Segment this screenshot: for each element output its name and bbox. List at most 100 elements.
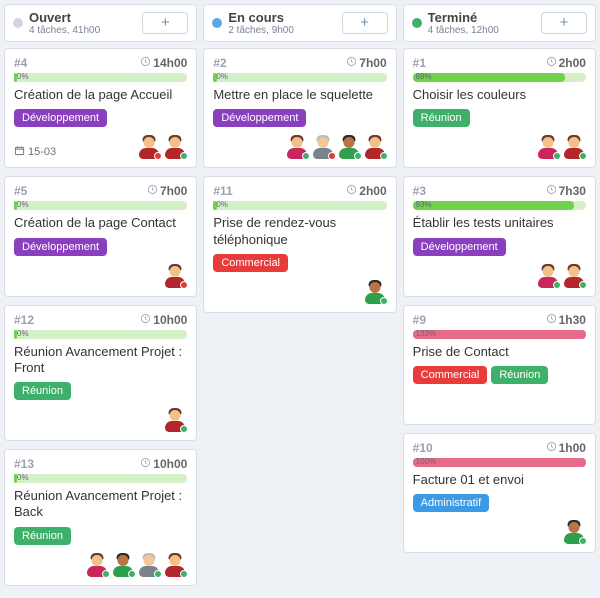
assignees [137,135,187,159]
task-duration: 2h00 [346,184,386,198]
task-id: #1 [413,56,426,70]
task-card[interactable]: #1310h00 0% Réunion Avancement Projet : Ba… [4,449,197,586]
task-title: Réunion Avancement Projet : Back [14,488,187,521]
task-card[interactable]: #12h0088%Choisir les couleursRéunion [403,48,596,168]
card-header: #11 2h00 [213,184,386,198]
assignees [536,264,586,288]
card-footer [413,264,586,288]
task-card[interactable]: #91h30133%Prise de ContactCommercialRéun… [403,305,596,425]
tag[interactable]: Réunion [14,382,71,400]
clock-icon [546,184,557,198]
task-title: Établir les tests unitaires [413,215,586,231]
clock-icon [140,457,151,471]
task-title: Création de la page Contact [14,215,187,231]
tag[interactable]: Commercial [413,366,488,384]
assignees [536,135,586,159]
progress-bar: 100% [413,458,586,468]
avatar [163,408,187,432]
progress-bar: 0% [14,73,187,83]
add-task-button[interactable]: + [342,12,388,34]
tag[interactable]: Développement [413,238,506,256]
avatar [163,264,187,288]
tag-list: Développement [14,238,187,256]
clock-icon [346,184,357,198]
column-title: Terminé [428,10,499,25]
tag[interactable]: Développement [14,109,107,127]
progress-label: 0% [216,200,228,209]
avatar [163,135,187,159]
tag[interactable]: Administratif [413,494,490,512]
card-footer [213,280,386,304]
task-card[interactable]: #414h000%Création de la page AccueilDéve… [4,48,197,168]
column-subtitle: 4 tâches, 12h00 [428,25,499,36]
avatar [85,553,109,577]
tag-list: Développement [213,109,386,127]
progress-bar: 0% [14,330,187,340]
clock-icon [140,313,151,327]
tag[interactable]: Commercial [213,254,288,272]
tag[interactable]: Réunion [491,366,548,384]
clock-icon [147,184,158,198]
add-task-button[interactable]: + [541,12,587,34]
task-card[interactable]: #11 2h00 0% Prise de rendez-vous téléphoniq… [203,176,396,313]
avatar [111,553,135,577]
task-id: #13 [14,457,34,471]
card-footer [14,408,187,432]
card-footer [14,264,187,288]
task-id: #2 [213,56,226,70]
column-open: Ouvert4 tâches, 41h00+ #414h00 0% Création … [4,4,197,594]
tag-list: Commercial [213,254,386,272]
clock-icon [346,56,357,70]
tag[interactable]: Développement [14,238,107,256]
column-title: Ouvert [29,10,100,25]
task-title: Facture 01 et envoi [413,472,586,488]
card-header: #414h00 [14,56,187,70]
task-duration: 10h00 [140,313,187,327]
task-duration: 7h00 [346,56,386,70]
task-duration: 7h00 [147,184,187,198]
progress-bar: 133% [413,330,586,340]
tag-list: Développement [14,109,187,127]
task-duration: 7h30 [546,184,586,198]
progress-bar: 88% [413,73,586,83]
tag-list: CommercialRéunion [413,366,586,384]
card-header: #1310h00 [14,457,187,471]
task-title: Prise de Contact [413,344,586,360]
task-duration: 1h00 [546,441,586,455]
tag[interactable]: Réunion [413,109,470,127]
avatar [536,264,560,288]
task-id: #11 [213,184,232,198]
card-footer [213,135,386,159]
task-card[interactable]: #3 7h30 93% Établir les tests unitaires Déve… [403,176,596,296]
card-footer: 15-03 [14,135,187,159]
avatar [562,520,586,544]
task-card[interactable]: #57h000%Création de la page ContactDével… [4,176,197,296]
task-id: #3 [413,184,426,198]
card-footer [413,392,586,416]
assignees [85,553,187,577]
progress-label: 0% [17,72,29,81]
progress-label: 93% [416,200,432,209]
task-card[interactable]: #10 1h00 100% Facture 01 et envoi Administra… [403,433,596,553]
task-title: Prise de rendez-vous téléphonique [213,215,386,248]
task-card[interactable]: #27h000%Mettre en place le squeletteDéve… [203,48,396,168]
assignees [562,520,586,544]
add-task-button[interactable]: + [142,12,188,34]
tag[interactable]: Réunion [14,527,71,545]
avatar [363,280,387,304]
avatar [311,135,335,159]
column-header: Ouvert4 tâches, 41h00+ [4,4,197,42]
card-header: #1 2h00 [413,56,586,70]
status-dot-icon [13,18,23,28]
task-id: #9 [413,313,426,327]
tag-list: Réunion [413,109,586,127]
avatar [363,135,387,159]
task-title: Réunion Avancement Projet : Front [14,344,187,377]
task-card[interactable]: #1210h000%Réunion Avancement Projet : Fr… [4,305,197,442]
progress-bar: 0% [213,201,386,211]
task-id: #10 [413,441,433,455]
task-duration: 2h00 [546,56,586,70]
tag-list: Réunion [14,382,187,400]
tag[interactable]: Développement [213,109,306,127]
progress-label: 0% [17,473,29,482]
